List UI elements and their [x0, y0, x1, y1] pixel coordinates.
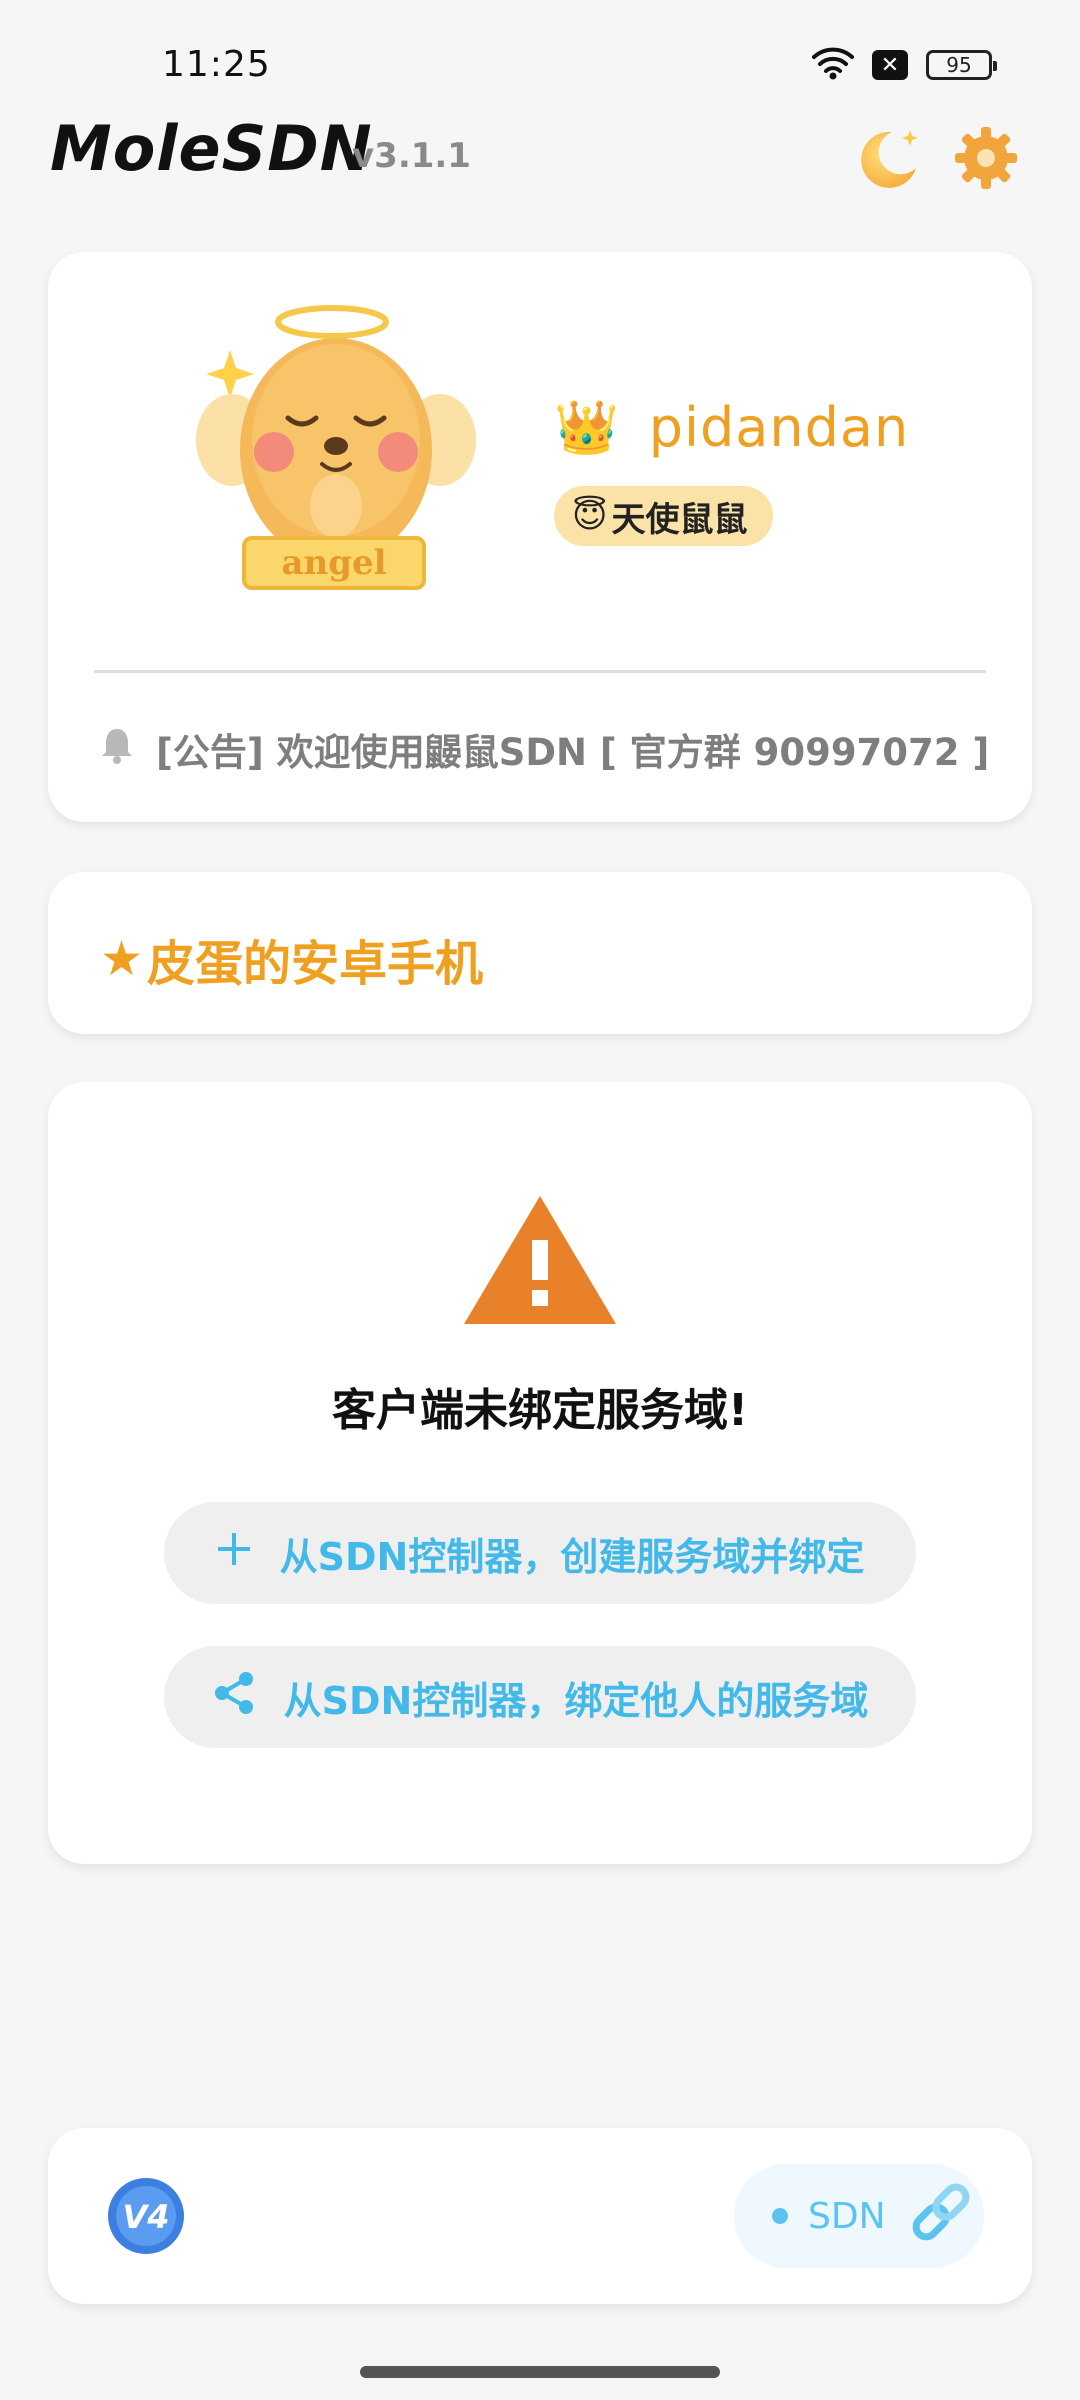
angel-emoji-icon: 😇: [572, 496, 608, 536]
app-title: MoleSDN: [50, 112, 373, 185]
wifi-icon: [812, 46, 854, 84]
mascot-label: angel: [281, 543, 386, 583]
device-name: 皮蛋的安卓手机: [147, 936, 484, 992]
gear-icon[interactable]: [946, 118, 1026, 198]
create-and-bind-domain-button[interactable]: 从SDN控制器，创建服务域并绑定: [164, 1502, 916, 1604]
sdn-connection-toggle[interactable]: SDN: [734, 2164, 984, 2268]
badge-label: 天使鼠鼠: [611, 499, 748, 540]
profile-card: angel 👑 pidandan 😇 天使鼠鼠 [公告] 欢迎使用鼹鼠SDN […: [48, 252, 1032, 822]
divider: [94, 670, 986, 673]
battery-icon: 95: [926, 50, 997, 80]
sim-off-icon: ✕: [872, 50, 908, 80]
moon-icon[interactable]: [848, 118, 928, 198]
angel-mole-avatar[interactable]: angel: [192, 300, 492, 600]
app-version: v3.1.1: [352, 136, 471, 176]
username: pidandan: [648, 396, 910, 459]
battery-level: 95: [946, 53, 972, 77]
username-row: 👑 pidandan: [554, 396, 909, 459]
link-icon: [906, 2177, 976, 2256]
announcement-text: [公告] 欢迎使用鼹鼠SDN [ 官方群 90997072 ]: [156, 731, 990, 774]
star-icon: ★: [100, 931, 144, 987]
user-badge: 😇 天使鼠鼠: [554, 486, 774, 546]
bottom-bar: V4 SDN: [48, 2128, 1032, 2304]
status-dot: [772, 2208, 788, 2224]
sdn-label: SDN: [808, 2195, 886, 2237]
create-button-label: 从SDN控制器，创建服务域并绑定: [279, 1534, 865, 1579]
status-bar: 11:25 ✕ 95: [0, 0, 1080, 120]
warning-icon: [460, 1190, 620, 1330]
bind-button-label: 从SDN控制器，绑定他人的服务域: [283, 1678, 869, 1723]
plus-icon: [216, 1531, 252, 1576]
crown-icon: 👑: [554, 398, 619, 458]
home-indicator[interactable]: [360, 2366, 720, 2378]
domain-warning-card: 客户端未绑定服务域! 从SDN控制器，创建服务域并绑定 从SDN控制器，绑定他人…: [48, 1082, 1032, 1864]
warning-message: 客户端未绑定服务域!: [331, 1385, 749, 1436]
status-icons: ✕ 95: [812, 46, 997, 84]
bell-icon: [100, 726, 134, 773]
status-time: 11:25: [162, 44, 271, 85]
device-card[interactable]: ★ 皮蛋的安卓手机: [48, 872, 1032, 1034]
announcement[interactable]: [公告] 欢迎使用鼹鼠SDN [ 官方群 90997072 ]: [100, 722, 989, 776]
ipv4-badge-icon[interactable]: V4: [104, 2174, 188, 2258]
share-icon: [212, 1671, 256, 1724]
bind-others-domain-button[interactable]: 从SDN控制器，绑定他人的服务域: [164, 1646, 916, 1748]
device-name-row: ★ 皮蛋的安卓手机: [100, 924, 483, 994]
v4-label: V4: [122, 2198, 169, 2236]
